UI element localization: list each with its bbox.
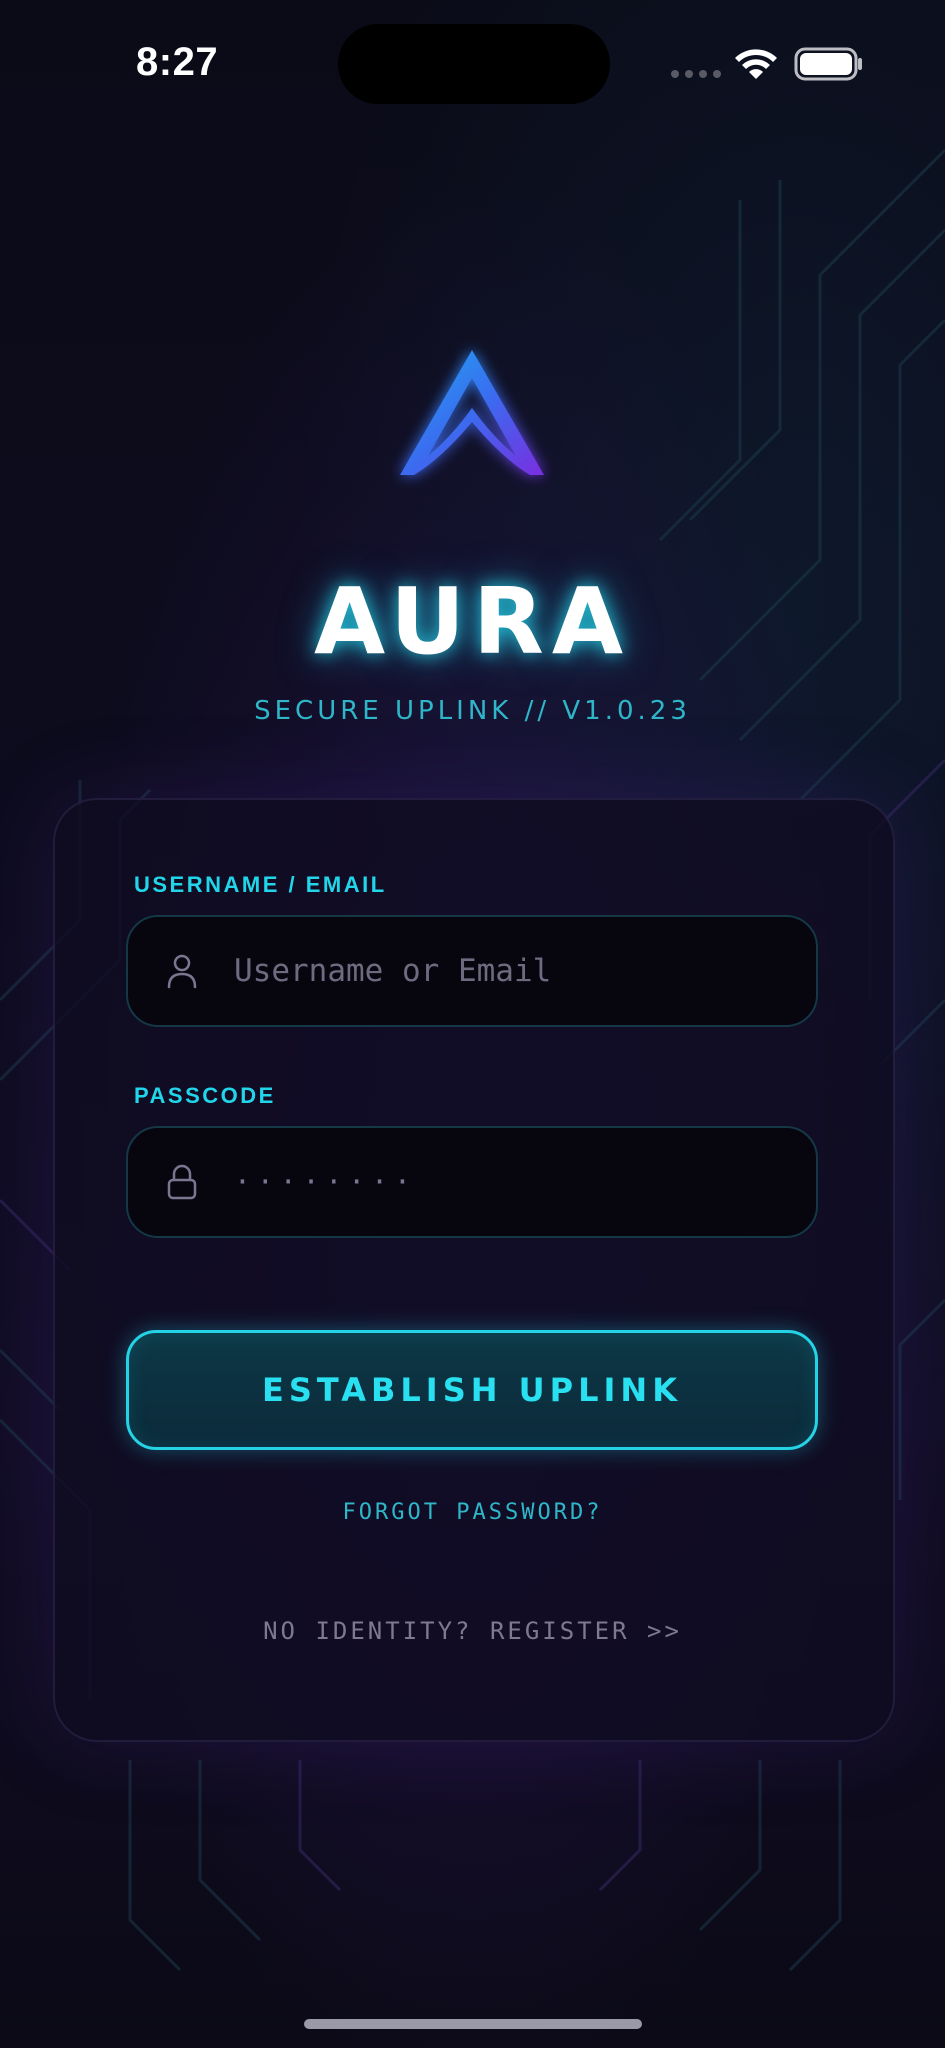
dynamic-island — [338, 24, 610, 104]
passcode-label: PASSCODE — [134, 1083, 276, 1108]
passcode-field[interactable]: ········ — [126, 1126, 818, 1238]
forgot-password-link[interactable]: FORGOT PASSWORD? — [0, 1500, 945, 1525]
battery-icon — [794, 47, 862, 81]
status-bar-time: 8:27 — [136, 40, 219, 84]
username-input[interactable] — [234, 917, 794, 1025]
passcode-input[interactable]: ········ — [234, 1128, 794, 1236]
establish-uplink-button[interactable]: ESTABLISH UPLINK — [126, 1330, 818, 1450]
cellular-signal-icon — [671, 70, 721, 78]
wifi-icon — [735, 49, 777, 79]
lock-icon — [167, 1164, 197, 1200]
register-link[interactable]: NO IDENTITY? REGISTER >> — [0, 1617, 945, 1645]
aura-logo-icon — [400, 350, 544, 475]
app-title: AURA — [313, 568, 632, 675]
home-indicator[interactable] — [304, 2019, 642, 2029]
app-subtitle: SECURE UPLINK // V1.0.23 — [254, 696, 691, 726]
login-screen: 8:27 AURA SECURE UPLINK // V1.0.23 USERN… — [0, 0, 945, 2048]
username-label: USERNAME / EMAIL — [134, 872, 387, 897]
username-field[interactable] — [126, 915, 818, 1027]
user-icon — [167, 954, 197, 989]
